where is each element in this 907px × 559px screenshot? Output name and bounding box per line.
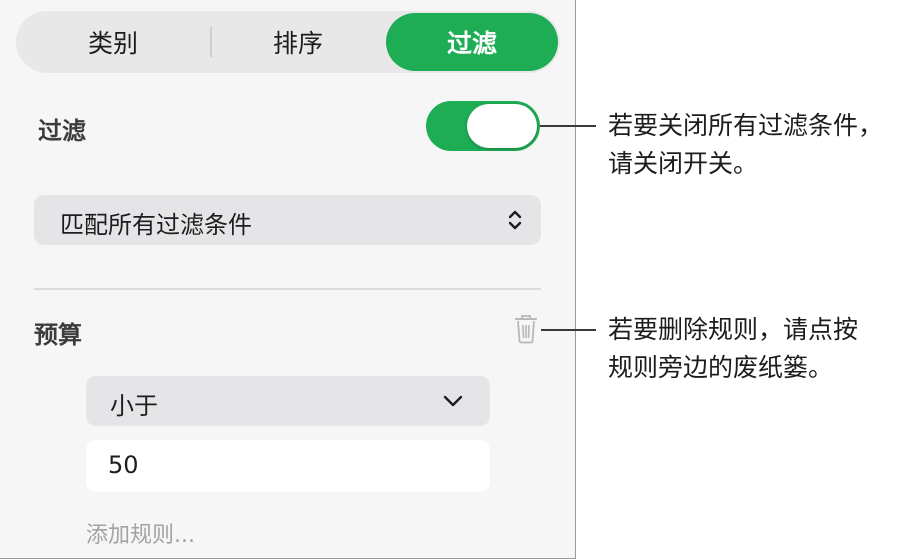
stage: 类别 排序 过滤 过滤 匹配所有过滤条件 预算 小于 50 添加规则... 若要…	[0, 0, 907, 559]
match-conditions-select[interactable]: 匹配所有过滤条件	[34, 195, 541, 245]
add-rule-button[interactable]: 添加规则...	[86, 517, 195, 549]
trash-callout-line-2: 规则旁边的废纸篓。	[608, 353, 834, 382]
toggle-callout-line-1: 若要关闭所有过滤条件，	[608, 111, 884, 140]
organize-segmented-control: 类别 排序 过滤	[16, 11, 560, 73]
chevron-updown-icon	[508, 210, 522, 230]
rule-value-field[interactable]: 50	[86, 440, 490, 492]
tab-sort[interactable]: 排序	[210, 11, 386, 73]
section-divider	[34, 288, 541, 290]
trash-icon[interactable]	[514, 314, 538, 344]
rule-operator-value: 小于	[110, 392, 158, 420]
trash-callout-text: 若要删除规则，请点按 规则旁边的废纸篓。	[608, 311, 858, 387]
rule-value-text: 50	[108, 451, 139, 479]
toggle-knob	[467, 104, 537, 148]
tab-category[interactable]: 类别	[16, 11, 210, 73]
filter-sidebar-panel: 类别 排序 过滤 过滤 匹配所有过滤条件 预算 小于 50 添加规则...	[0, 0, 576, 559]
toggle-callout-line-2: 请关闭开关。	[608, 149, 759, 178]
match-conditions-value: 匹配所有过滤条件	[60, 211, 252, 239]
filter-label: 过滤	[38, 117, 86, 145]
chevron-down-icon	[443, 395, 463, 407]
toggle-callout-line	[540, 125, 596, 127]
rule-operator-select[interactable]: 小于	[86, 376, 490, 426]
trash-callout-line-1: 若要删除规则，请点按	[608, 315, 859, 344]
trash-callout-line	[541, 329, 596, 331]
toggle-callout-text: 若要关闭所有过滤条件， 请关闭开关。	[608, 107, 883, 183]
tab-filter[interactable]: 过滤	[386, 13, 558, 71]
filter-toggle[interactable]	[426, 101, 540, 151]
rule-field-label: 预算	[34, 321, 82, 349]
